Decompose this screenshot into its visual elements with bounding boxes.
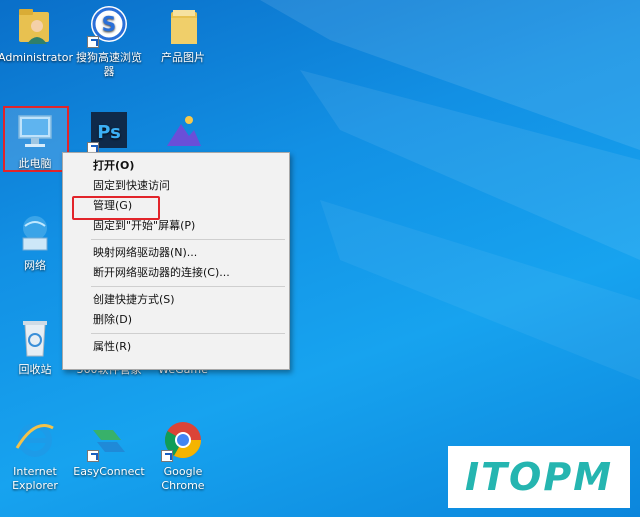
desktop-icon-product-images[interactable]: 产品图片: [146, 4, 220, 65]
desktop-icon-easyconnect[interactable]: EasyConnect: [72, 418, 146, 479]
menu-separator: [91, 286, 285, 287]
desktop-icon-label: 产品图片: [161, 51, 205, 64]
menu-item-pin-quick-access[interactable]: 固定到快速访问: [63, 176, 289, 196]
easyconnect-icon: [87, 418, 131, 462]
desktop-icon-label: Google Chrome: [161, 465, 205, 492]
shortcut-arrow-icon: [87, 450, 99, 462]
desktop-icon-label: EasyConnect: [73, 465, 145, 478]
user-folder-icon: [13, 4, 57, 48]
shortcut-arrow-icon: [87, 36, 99, 48]
context-menu: 打开(O) 固定到快速访问 管理(G) 固定到"开始"屏幕(P) 映射网络驱动器…: [62, 152, 290, 370]
desktop-icon-label: Administrator: [0, 51, 73, 64]
desktop-icon-sogou-browser[interactable]: S 搜狗高速浏览器: [72, 4, 146, 79]
watermark-text: ITOPM: [464, 455, 614, 499]
chrome-icon: [161, 418, 205, 462]
desktop-icon-app[interactable]: [146, 110, 220, 157]
ps-glyph: Ps: [97, 122, 121, 143]
network-icon: [13, 212, 57, 256]
watermark-logo: ITOPM: [448, 446, 630, 508]
menu-item-create-shortcut[interactable]: 创建快捷方式(S): [63, 290, 289, 310]
desktop-icon-label: 搜狗高速浏览器: [76, 51, 142, 78]
internet-explorer-icon: [13, 418, 57, 462]
menu-item-map-network-drive[interactable]: 映射网络驱动器(N)...: [63, 243, 289, 263]
svg-text:S: S: [102, 12, 116, 36]
desktop-icon-photoshop[interactable]: Ps: [72, 110, 146, 157]
menu-item-open[interactable]: 打开(O): [63, 156, 289, 176]
menu-item-properties[interactable]: 属性(R): [63, 337, 289, 357]
menu-separator: [91, 239, 285, 240]
desktop-icon-google-chrome[interactable]: Google Chrome: [146, 418, 220, 493]
folder-icon: [161, 4, 205, 48]
shortcut-arrow-icon: [161, 450, 173, 462]
photoshop-icon: Ps: [87, 110, 131, 154]
desktop-icon-label: Internet Explorer: [12, 465, 58, 492]
manage-highlight-box: [72, 196, 160, 220]
mountain-app-icon: [161, 110, 205, 154]
menu-item-delete[interactable]: 删除(D): [63, 310, 289, 330]
desktop-icon-internet-explorer[interactable]: Internet Explorer: [0, 418, 72, 493]
sogou-browser-icon: S: [87, 4, 131, 48]
computer-icon: [13, 110, 57, 154]
desktop-icon-administrator[interactable]: Administrator: [0, 4, 73, 65]
menu-separator: [91, 333, 285, 334]
recycle-bin-icon: [13, 316, 57, 360]
menu-item-disconnect-network-drive[interactable]: 断开网络驱动器的连接(C)...: [63, 263, 289, 283]
